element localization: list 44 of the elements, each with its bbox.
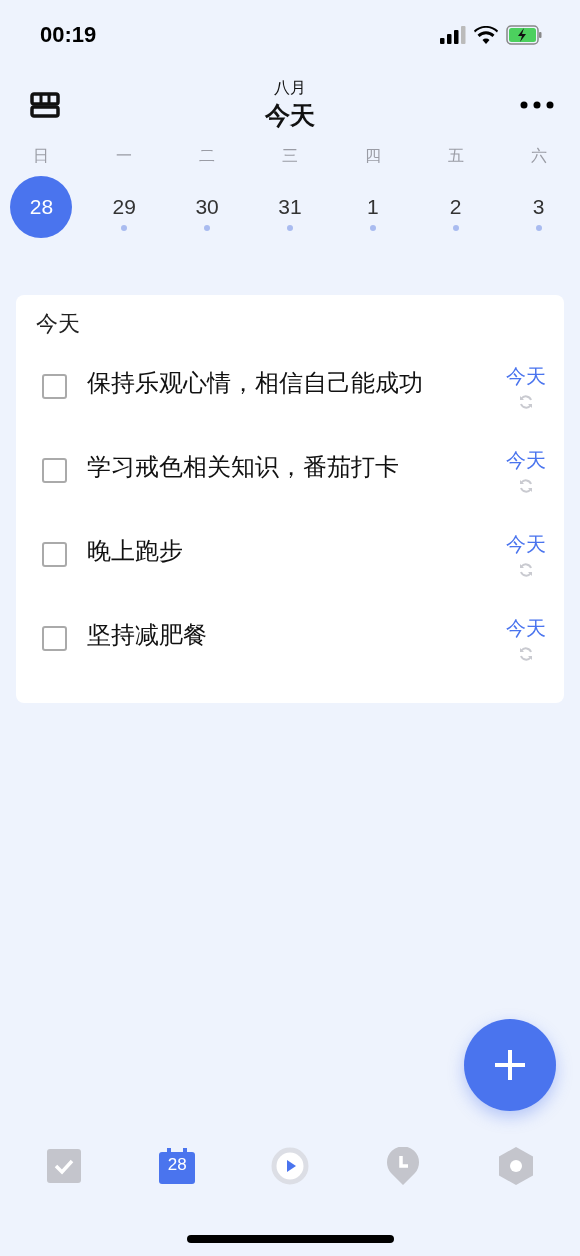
task-title[interactable]: 晚上跑步 — [87, 535, 506, 567]
due-date: 今天 — [506, 447, 546, 474]
month-label: 八月 — [274, 78, 306, 99]
task-title[interactable]: 学习戒色相关知识，番茄打卡 — [87, 451, 506, 483]
checkbox-icon — [47, 1149, 82, 1183]
play-circle-icon — [271, 1147, 309, 1185]
weekday-label: 三 — [282, 146, 298, 167]
battery-charging-icon — [506, 25, 542, 45]
page-title: 今天 — [265, 100, 315, 132]
date-button[interactable]: 30 — [176, 176, 239, 238]
weekday-label: 二 — [199, 146, 216, 167]
clock-pin-icon — [385, 1147, 420, 1185]
weekday-label: 一 — [116, 146, 133, 167]
task-checkbox[interactable] — [42, 374, 67, 399]
task-checkbox[interactable] — [42, 626, 67, 651]
wifi-icon — [474, 26, 498, 44]
date-button[interactable]: 2 — [424, 176, 487, 238]
task-checkbox[interactable] — [42, 458, 67, 483]
more-icon — [520, 101, 554, 109]
date-button[interactable]: 31 — [259, 176, 321, 238]
layout-icon — [30, 92, 60, 118]
section-title: 今天 — [35, 310, 81, 338]
hexagon-nut-icon — [497, 1147, 534, 1185]
task-title[interactable]: 保持乐观心情，相信自己能成功 — [87, 367, 506, 399]
weekday-label: 五 — [447, 146, 464, 167]
signal-icon — [440, 26, 466, 44]
add-button[interactable] — [464, 1019, 556, 1111]
due-date: 今天 — [506, 615, 546, 642]
due-date: 今天 — [506, 531, 546, 558]
task-title[interactable]: 坚持减肥餐 — [87, 619, 506, 651]
weekday-label: 日 — [33, 146, 50, 167]
calendar-date-label: 28 — [167, 1156, 187, 1173]
weekday-label: 四 — [364, 146, 381, 167]
date-button[interactable]: 28 — [10, 176, 73, 238]
plus-icon — [493, 1048, 527, 1082]
date-button[interactable]: 1 — [341, 176, 404, 238]
weekday-label: 六 — [530, 146, 547, 167]
task-checkbox[interactable] — [42, 542, 67, 567]
date-button[interactable]: 29 — [93, 176, 156, 238]
due-date: 今天 — [506, 363, 546, 390]
calendar-icon — [159, 1148, 196, 1184]
status-time: 00:19 — [40, 22, 97, 48]
calendar-tab[interactable]: 28 — [149, 1140, 206, 1192]
date-button[interactable]: 3 — [507, 176, 570, 238]
